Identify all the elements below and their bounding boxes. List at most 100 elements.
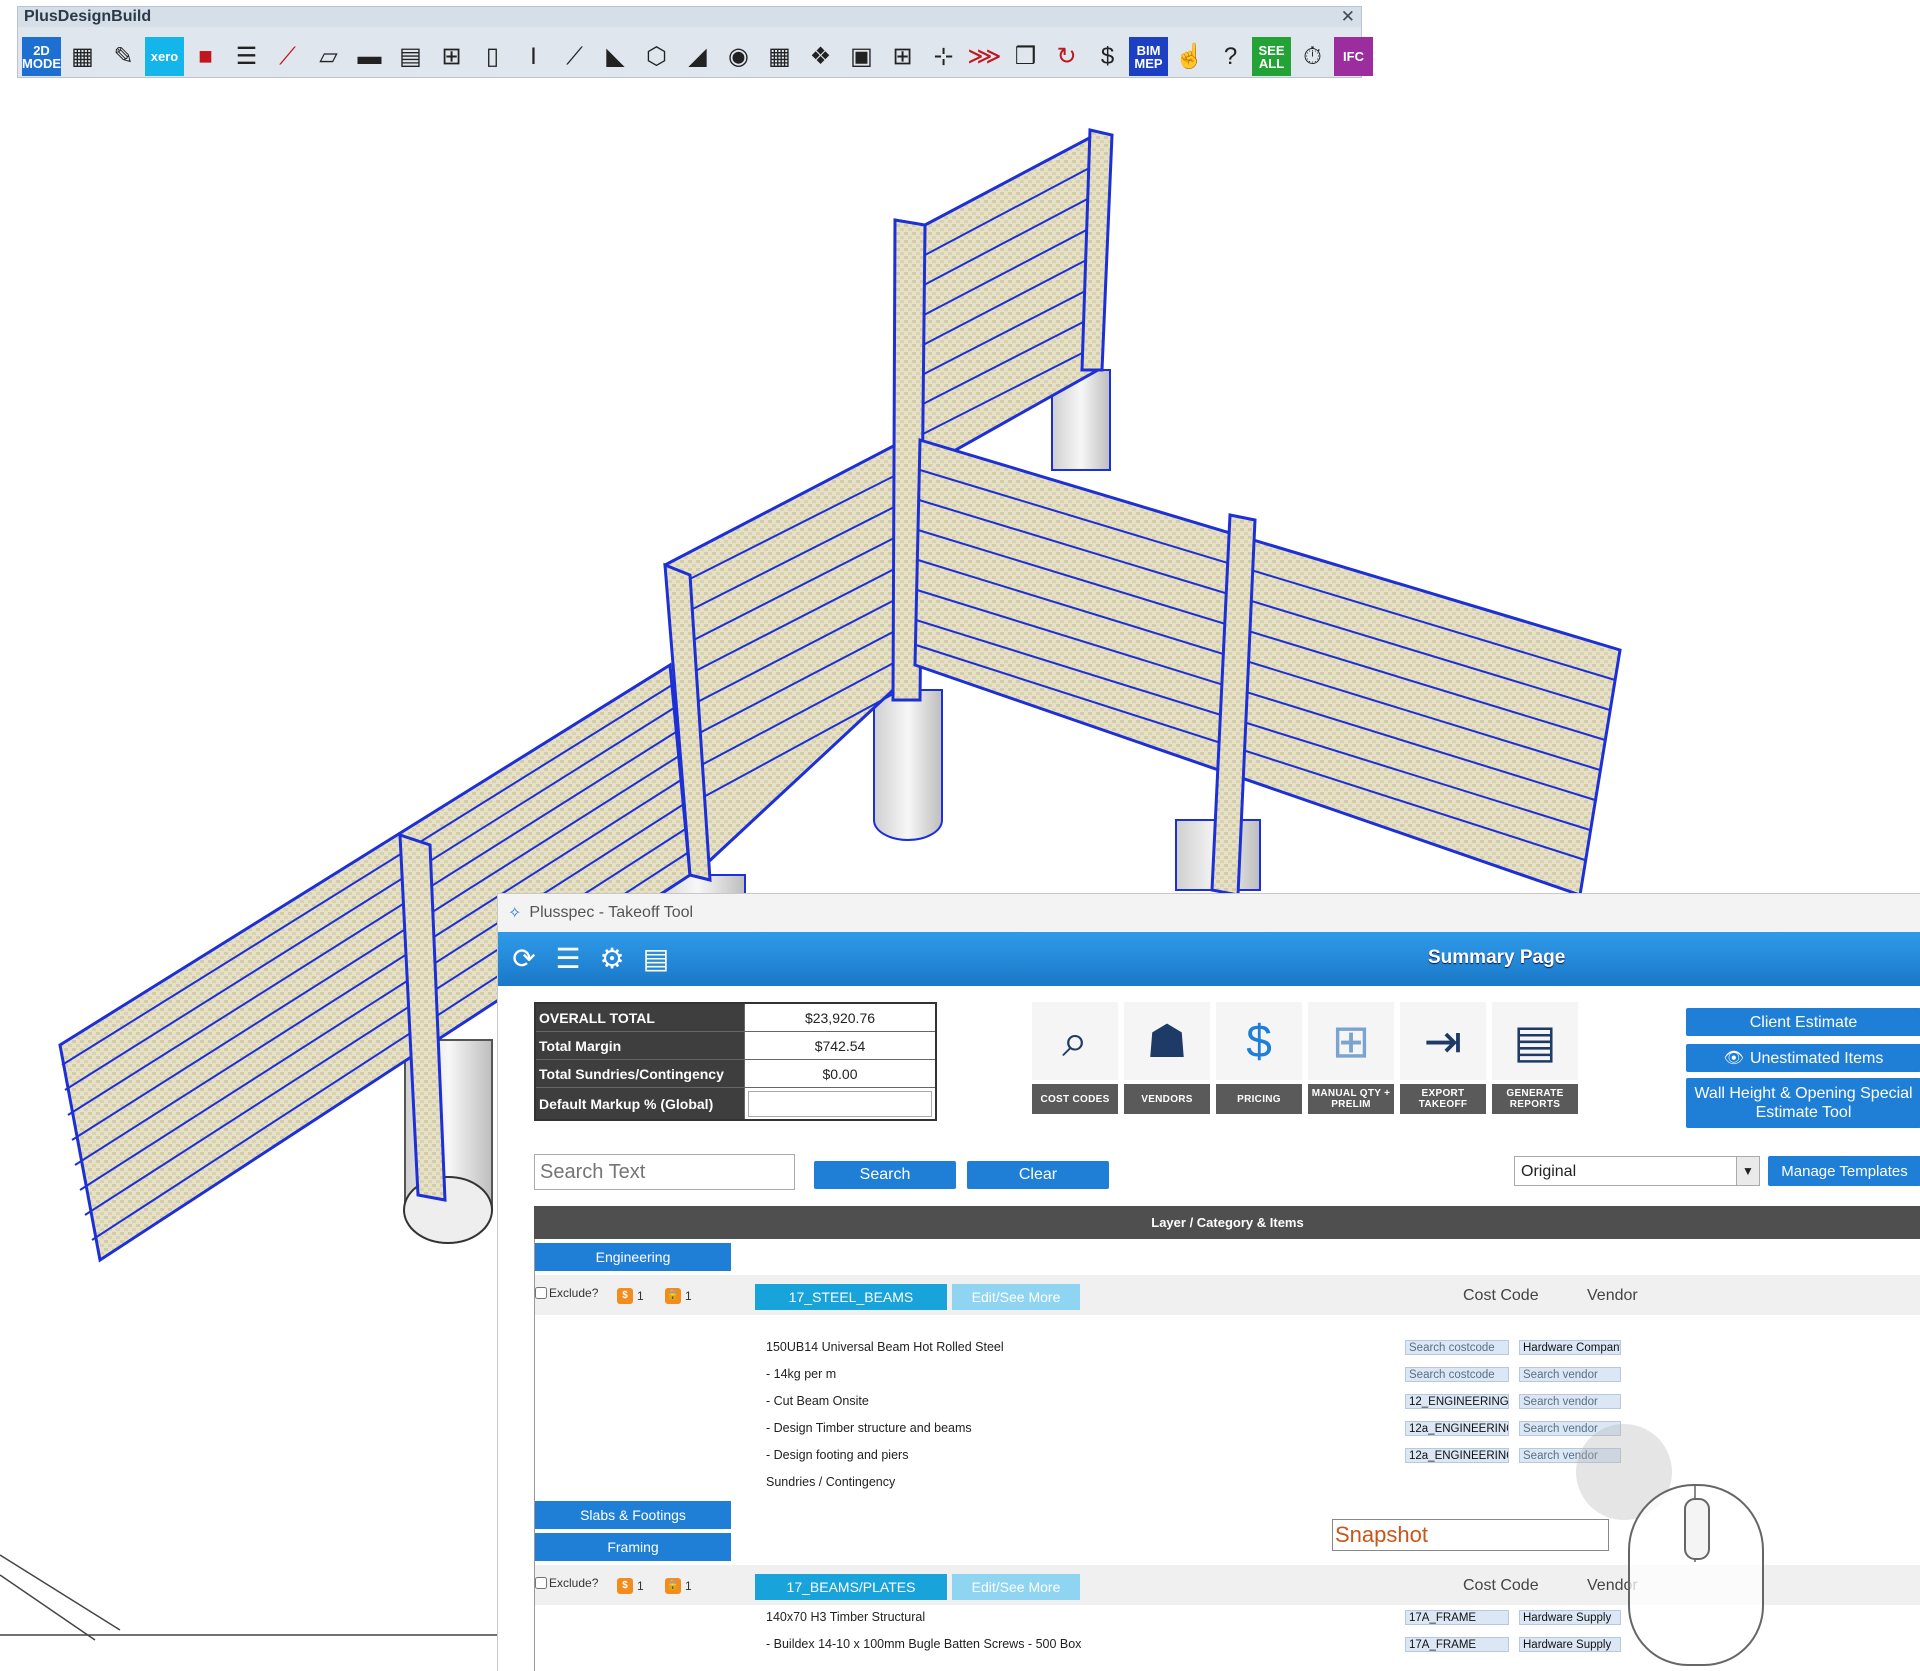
hand-icon[interactable]: ☝	[1170, 37, 1209, 76]
manual-qty-tile[interactable]: ⊞ MANUAL QTY + PRELIM	[1308, 1002, 1394, 1114]
box-icon-glyph: ⬡	[646, 42, 667, 70]
dollar-icon-glyph: $	[1100, 42, 1115, 70]
item-row: - Design footing and piers 12a_ENGINEERIN…	[535, 1443, 1920, 1470]
client-estimate-button[interactable]: Client Estimate	[1686, 1008, 1920, 1036]
grid-light-icon[interactable]: ⊹	[924, 37, 963, 76]
category-engineering[interactable]: Engineering	[535, 1243, 731, 1271]
mouse-wheel	[1684, 1498, 1710, 1560]
stairs-icon-glyph: ⟋	[566, 42, 583, 70]
item-row: - Cut Beam Onsite 12_ENGINEERING Search ve…	[535, 1389, 1920, 1416]
2d-mode-icon-glyph: 2D MODE	[22, 42, 61, 71]
roof-icon[interactable]: ◣	[596, 37, 635, 76]
refresh-icon[interactable]: ⟳	[506, 942, 542, 976]
ramp-icon[interactable]: ◢	[678, 37, 717, 76]
edit-see-more-button[interactable]: Edit/See More	[952, 1284, 1080, 1310]
contact-card-icon[interactable]: ▤	[638, 942, 674, 976]
wall-icon[interactable]: ▤	[391, 37, 430, 76]
default-markup-input[interactable]	[748, 1090, 932, 1117]
beam-icon[interactable]: ▬	[350, 37, 389, 76]
pricing-tile[interactable]: $ PRICING	[1216, 1002, 1302, 1114]
edit-document-icon[interactable]: ✎	[104, 37, 143, 76]
exclude-checkbox[interactable]	[535, 1577, 547, 1589]
cost-code-search[interactable]: 17A_FRAME	[1405, 1637, 1509, 1652]
category-slabs-footings[interactable]: Slabs & Footings	[535, 1501, 731, 1529]
blueprint-search-icon: ⊞	[1308, 1002, 1394, 1080]
door-icon[interactable]: ▯	[473, 37, 512, 76]
help-icon[interactable]: ?	[1211, 37, 1250, 76]
camera-icon[interactable]: ◉	[719, 37, 758, 76]
plan-icon[interactable]: ▣	[842, 37, 881, 76]
box-icon[interactable]: ⬡	[637, 37, 676, 76]
vendor-search[interactable]: Hardware Supply	[1519, 1610, 1621, 1625]
presentation-icon[interactable]: ▦	[63, 37, 102, 76]
total-margin-label: Total Margin	[534, 1031, 745, 1060]
toolbar-close-icon[interactable]: ✕	[1341, 7, 1355, 27]
vendors-tile[interactable]: ☗ VENDORS	[1124, 1002, 1210, 1114]
search-input[interactable]	[534, 1154, 795, 1190]
cost-code-search[interactable]: 12a_ENGINEERING	[1405, 1421, 1509, 1436]
timer-icon[interactable]: ⏱	[1293, 37, 1332, 76]
see-all-icon[interactable]: SEE ALL	[1252, 37, 1291, 76]
xero-icon[interactable]: xero	[145, 37, 184, 76]
plusspec-app-icon: ✧	[508, 905, 522, 922]
vendor-header: Vendor	[1587, 1287, 1638, 1304]
clear-button[interactable]: Clear	[967, 1161, 1109, 1189]
lock-badge-icon: 🔒	[665, 1578, 681, 1594]
2d-mode-icon[interactable]: 2D MODE	[22, 37, 61, 76]
cubes-icon-glyph: ❒	[1014, 42, 1037, 70]
lines-icon[interactable]: ⋙	[965, 37, 1004, 76]
exclude-label: Exclude?	[549, 1286, 599, 1300]
window-icon[interactable]: ⊞	[432, 37, 471, 76]
edit-see-more-button[interactable]: Edit/See More	[952, 1574, 1080, 1600]
manage-templates-button[interactable]: Manage Templates	[1768, 1156, 1920, 1186]
sync-icon[interactable]: ↻	[1047, 37, 1086, 76]
grid-icon[interactable]: ⊞	[883, 37, 922, 76]
dollar-icon[interactable]: $	[1088, 37, 1127, 76]
item-description: - Buildex 14-10 x 100mm Bugle Batten Scr…	[766, 1637, 1082, 1651]
cost-code-search[interactable]: 17A_FRAME	[1405, 1610, 1509, 1625]
overall-total-value: $23,920.76	[744, 1002, 937, 1032]
unestimated-items-label: Unestimated Items	[1749, 1049, 1884, 1067]
template-selected-value: Original	[1521, 1163, 1577, 1180]
bim-mep-icon[interactable]: BIM MEP	[1129, 37, 1168, 76]
mouse-icon	[1628, 1484, 1764, 1666]
template-select[interactable]: Original ▼	[1514, 1156, 1760, 1186]
slab-icon[interactable]: ▱	[309, 37, 348, 76]
column-icon[interactable]: I	[514, 37, 553, 76]
vendor-search[interactable]: Search vendor	[1519, 1394, 1621, 1409]
vendor-search[interactable]: Hardware Supply	[1519, 1637, 1621, 1652]
stairs-icon[interactable]: ⟋	[555, 37, 594, 76]
unestimated-items-button[interactable]: 👁 Unestimated Items	[1686, 1044, 1920, 1072]
grid-icon-glyph: ⊞	[892, 42, 913, 70]
site-icon[interactable]: ❖	[801, 37, 840, 76]
layers-icon[interactable]: ☰	[227, 37, 266, 76]
cost-codes-tile[interactable]: ⌕ COST CODES	[1032, 1002, 1118, 1114]
red-cube-icon[interactable]: ■	[186, 37, 225, 76]
toolbar-icon-row: 2D MODE ▦ ✎ xero ■ ☰ ⟋ ▱ ▬ ▤ ⊞ ▯ I ⟋ ◣ ⬡ ◢ ◉ ▦ ❖ ▣ ⊞ ⊹ ⋙ ❒ ↻ $ BIM …	[22, 37, 1373, 76]
cost-code-search[interactable]: Search costcode	[1405, 1367, 1509, 1382]
category-framing[interactable]: Framing	[535, 1533, 731, 1561]
group-beams-plates-button[interactable]: 17_BEAMS/PLATES	[755, 1574, 947, 1600]
cubes-icon[interactable]: ❒	[1006, 37, 1045, 76]
cost-code-search[interactable]: 12_ENGINEERING	[1405, 1394, 1509, 1409]
search-button[interactable]: Search	[814, 1161, 956, 1189]
vendor-search[interactable]: Hardware Company	[1519, 1340, 1621, 1355]
schedule-icon[interactable]: ▦	[760, 37, 799, 76]
page-title: Summary Page	[1428, 947, 1566, 968]
exclude-checkbox[interactable]	[535, 1287, 547, 1299]
measure-icon[interactable]: ⟋	[268, 37, 307, 76]
exclude-label: Exclude?	[549, 1576, 599, 1590]
generate-reports-tile[interactable]: ▤ GENERATE REPORTS	[1492, 1002, 1578, 1114]
export-takeoff-tile[interactable]: ⇥ EXPORT TAKEOFF	[1400, 1002, 1486, 1114]
sliders-icon[interactable]: ☰	[550, 942, 586, 976]
exclude-toggle[interactable]: Exclude?	[535, 1576, 598, 1590]
cost-code-header: Cost Code	[1463, 1577, 1539, 1594]
cost-code-search[interactable]: 12a_ENGINEERING	[1405, 1448, 1509, 1463]
exclude-toggle[interactable]: Exclude?	[535, 1286, 598, 1300]
wall-height-tool-button[interactable]: Wall Height & Opening Special Estimate T…	[1686, 1078, 1920, 1128]
settings-gear-icon[interactable]: ⚙	[594, 942, 630, 976]
cost-code-search[interactable]: Search costcode	[1405, 1340, 1509, 1355]
group-steel-beams-button[interactable]: 17_STEEL_BEAMS	[755, 1284, 947, 1310]
ifc-icon[interactable]: IFC	[1334, 37, 1373, 76]
vendor-search[interactable]: Search vendor	[1519, 1367, 1621, 1382]
